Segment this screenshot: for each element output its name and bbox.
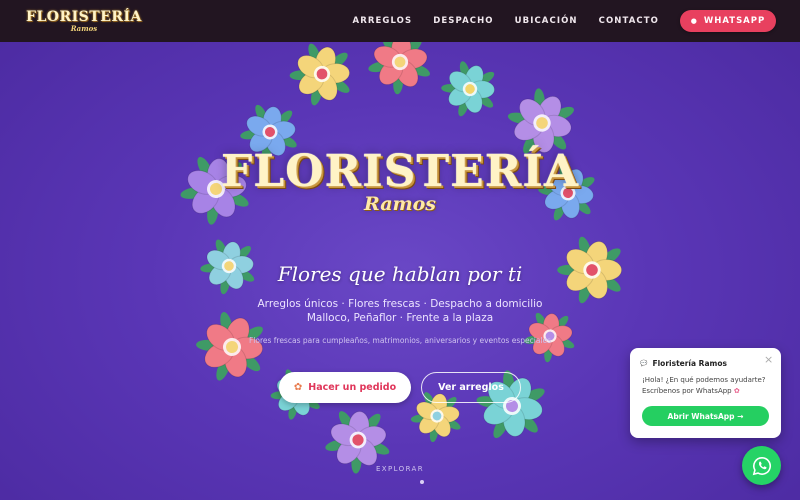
nav-link-contacto[interactable]: CONTACTO bbox=[599, 16, 659, 26]
order-button-label: Hacer un pedido bbox=[308, 382, 397, 393]
view-arrangements-button[interactable]: Ver arreglos bbox=[421, 372, 521, 403]
nav-link-ubicacion[interactable]: UBICACIÓN bbox=[515, 16, 578, 26]
scroll-indicator-dot bbox=[420, 480, 424, 484]
bouquet-icon: ✿ bbox=[293, 382, 303, 393]
flower-decoration bbox=[441, 61, 495, 117]
hero-logo-subtitle: Ramos bbox=[363, 193, 436, 215]
close-icon[interactable]: × bbox=[764, 353, 773, 366]
nav-links: ARREGLOS DESPACHO UBICACIÓN CONTACTO ● W… bbox=[332, 10, 776, 32]
nav-link-despacho[interactable]: DESPACHO bbox=[433, 16, 493, 26]
top-navbar: FLORISTERÍA Ramos ARREGLOS DESPACHO UBIC… bbox=[0, 0, 800, 42]
whatsapp-floating-button[interactable] bbox=[742, 446, 781, 485]
whatsapp-nav-label: WHATSAPP bbox=[703, 16, 766, 26]
hero-occasions-line: Flores frescas para cumpleaños, matrimon… bbox=[248, 336, 552, 345]
explore-link[interactable]: EXPLORAR bbox=[350, 465, 450, 473]
brand-subtitle: Ramos bbox=[70, 24, 98, 33]
nav-link-arreglos[interactable]: ARREGLOS bbox=[353, 16, 413, 26]
brand-title: FLORISTERÍA bbox=[26, 9, 142, 25]
chat-title: Floristería Ramos bbox=[652, 359, 727, 368]
hero-features-line: Arreglos únicos · Flores frescas · Despa… bbox=[257, 298, 543, 310]
chat-header: 💬 Floristería Ramos bbox=[640, 359, 727, 368]
whatsapp-nav-button[interactable]: ● WHATSAPP bbox=[680, 10, 776, 32]
chat-message-text: ¡Hola! ¿En qué podemos ayudarte? Escríbe… bbox=[642, 376, 766, 395]
view-arrangements-label: Ver arreglos bbox=[438, 382, 504, 393]
brand-logo[interactable]: FLORISTERÍA Ramos bbox=[26, 10, 142, 32]
hero-location-line: Malloco, Peñaflor · Frente a la plaza bbox=[306, 312, 494, 324]
hero-logo-title: FLORISTERÍA bbox=[221, 146, 579, 197]
flower-emoji-icon: ✿ bbox=[733, 387, 740, 395]
order-button[interactable]: ✿ Hacer un pedido bbox=[279, 372, 411, 403]
flower-decoration bbox=[289, 43, 351, 106]
open-whatsapp-button[interactable]: Abrir WhatsApp → bbox=[642, 406, 769, 426]
chat-message: ¡Hola! ¿En qué podemos ayudarte? Escríbe… bbox=[642, 375, 774, 397]
chat-bubble-icon: 💬 bbox=[640, 360, 648, 367]
hero-tagline: Flores que hablan por ti bbox=[277, 262, 523, 286]
whatsapp-chat-popup: 💬 Floristería Ramos × ¡Hola! ¿En qué pod… bbox=[630, 348, 781, 438]
chat-bubble-icon: ● bbox=[690, 17, 698, 25]
whatsapp-icon bbox=[752, 456, 771, 475]
